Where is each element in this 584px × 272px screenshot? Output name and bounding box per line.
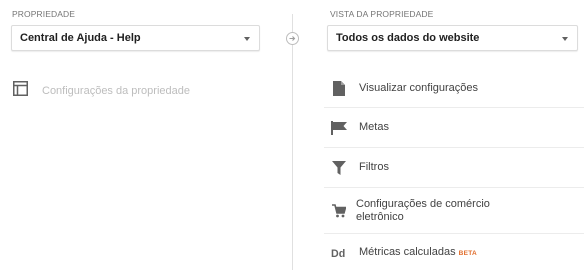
calculated-metrics-text: Métricas calculadas — [359, 246, 456, 258]
ecommerce-settings-label: Configurações de comércio eletrônico — [356, 198, 490, 224]
view-select[interactable]: Todos os dados do website — [327, 25, 578, 51]
view-settings-label: Visualizar configurações — [359, 82, 479, 94]
filter-icon — [331, 160, 347, 175]
property-select[interactable]: Central de Ajuda - Help — [11, 25, 260, 51]
view-select-value: Todos os dados do website — [336, 32, 480, 44]
filters-label: Filtros — [359, 161, 389, 173]
property-settings-item[interactable]: Configurações da propriedade — [13, 81, 190, 101]
property-settings-icon — [13, 81, 28, 101]
arrow-right-icon — [286, 32, 299, 45]
beta-badge: BETA — [458, 250, 478, 257]
ecommerce-settings-label-line1: Configurações de comércio — [356, 197, 490, 210]
view-settings-item[interactable]: Visualizar configurações — [324, 70, 584, 108]
chevron-down-icon — [244, 37, 250, 41]
dd-icon: Dd — [331, 247, 347, 259]
view-column-label: VISTA DA PROPRIEDADE — [330, 9, 434, 19]
calculated-metrics-item[interactable]: Dd Métricas calculadas BETA — [324, 234, 584, 272]
calculated-metrics-label: Métricas calculadas BETA — [359, 246, 477, 260]
svg-text:Dd: Dd — [331, 248, 345, 259]
column-divider — [292, 14, 293, 270]
filters-item[interactable]: Filtros — [324, 148, 584, 188]
ecommerce-settings-label-line2: eletrônico — [356, 210, 404, 223]
chevron-down-icon — [562, 37, 568, 41]
property-settings-label: Configurações da propriedade — [42, 85, 190, 97]
document-icon — [331, 81, 347, 96]
flag-icon — [331, 120, 347, 135]
goals-item[interactable]: Metas — [324, 108, 584, 148]
property-select-value: Central de Ajuda - Help — [20, 32, 141, 44]
goals-label: Metas — [359, 121, 389, 133]
property-column-label: PROPRIEDADE — [12, 9, 75, 19]
ecommerce-settings-item[interactable]: Configurações de comércio eletrônico — [324, 188, 584, 234]
cart-icon — [331, 203, 347, 218]
